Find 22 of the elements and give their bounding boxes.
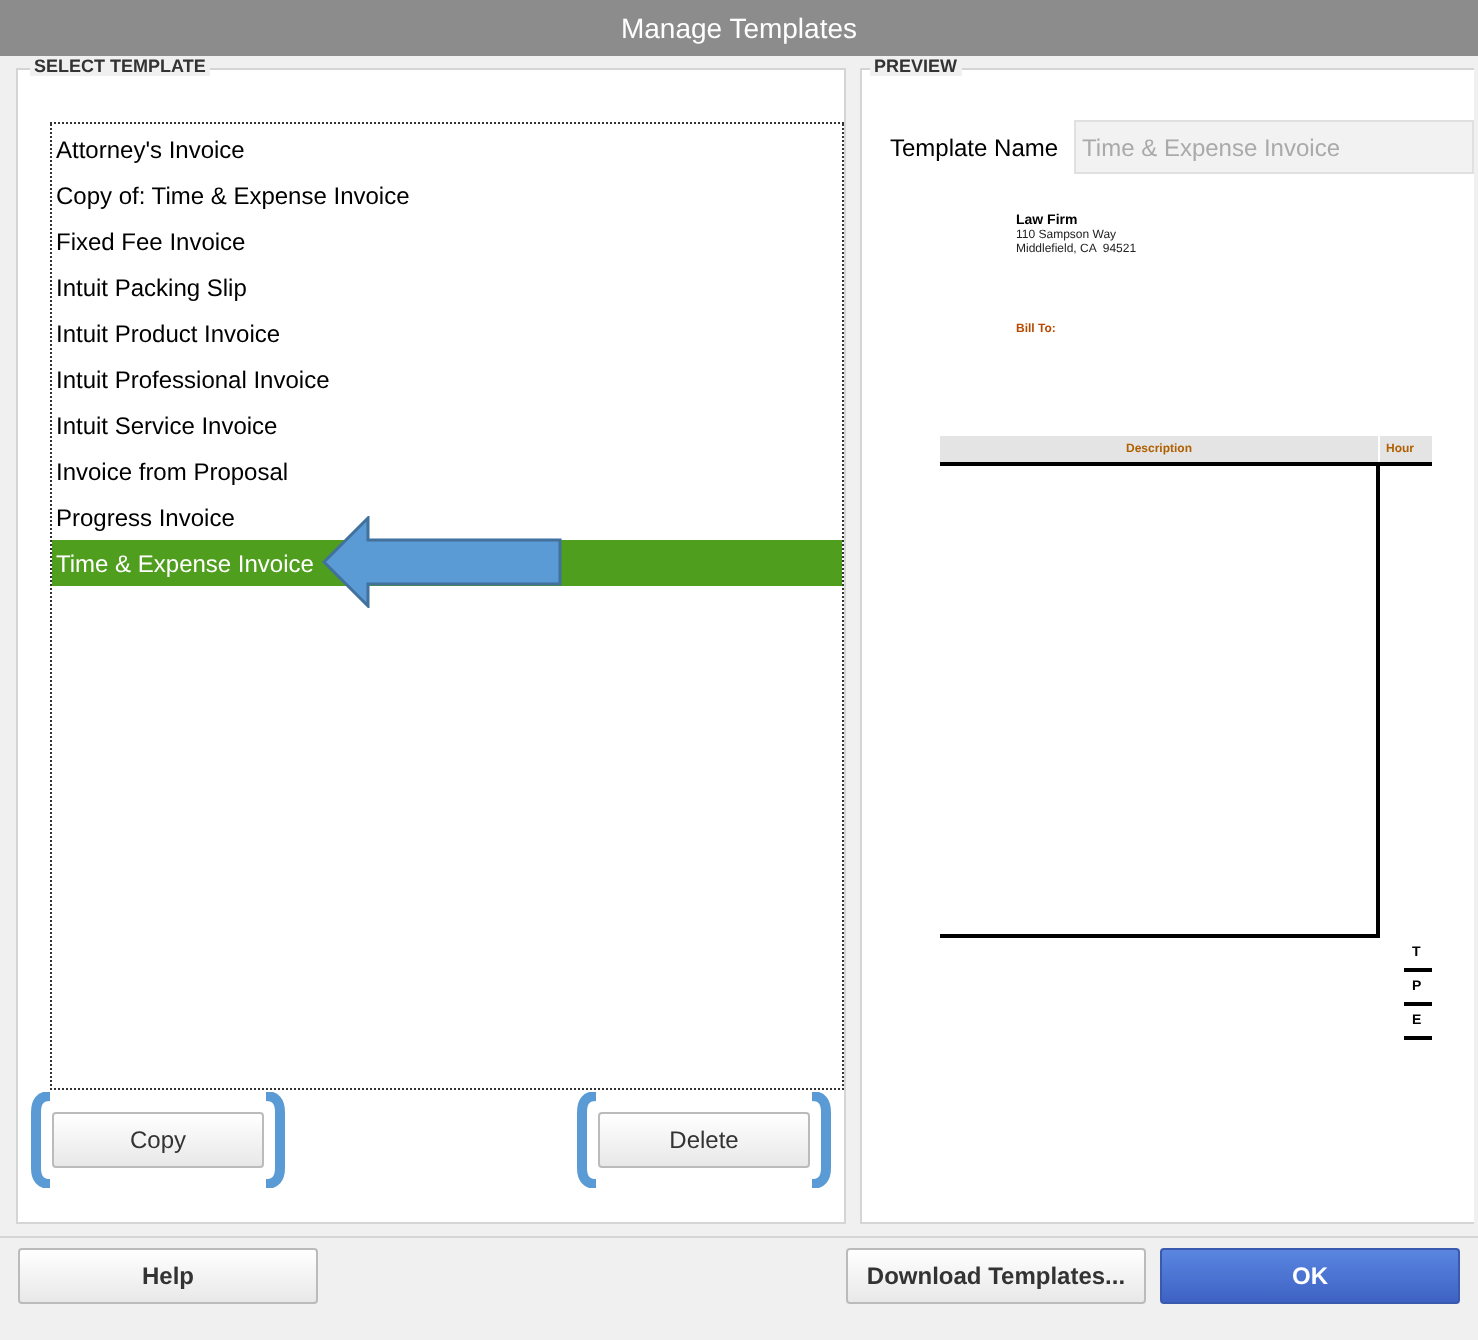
template-item[interactable]: Intuit Service Invoice bbox=[52, 402, 842, 448]
bracket-icon bbox=[808, 1092, 832, 1188]
window-title: Manage Templates bbox=[0, 0, 1478, 56]
template-item[interactable]: Fixed Fee Invoice bbox=[52, 218, 842, 264]
template-name-label: Template Name bbox=[890, 131, 1059, 165]
template-item[interactable]: Intuit Professional Invoice bbox=[52, 356, 842, 402]
list-action-button[interactable]: Copy bbox=[52, 1112, 264, 1168]
bracket-icon bbox=[576, 1092, 600, 1188]
list-action-button[interactable]: Delete bbox=[598, 1112, 810, 1168]
bracket-icon bbox=[30, 1092, 54, 1188]
template-item[interactable]: Intuit Packing Slip bbox=[52, 264, 842, 310]
template-item[interactable]: Invoice from Proposal bbox=[52, 448, 842, 494]
template-item[interactable]: Copy of: Time & Expense Invoice bbox=[52, 172, 842, 218]
bracket-icon bbox=[262, 1092, 286, 1188]
template-item[interactable]: Intuit Product Invoice bbox=[52, 310, 842, 356]
footer-button[interactable]: OK bbox=[1160, 1248, 1460, 1304]
panel-heading: PREVIEW bbox=[870, 58, 962, 76]
panel-heading: SELECT TEMPLATE bbox=[30, 58, 210, 76]
footer-button[interactable]: Download Templates... bbox=[846, 1248, 1146, 1304]
template-item[interactable]: Progress Invoice bbox=[52, 494, 842, 540]
template-item[interactable]: Attorney's Invoice bbox=[52, 126, 842, 172]
footer-button[interactable]: Help bbox=[18, 1248, 318, 1304]
